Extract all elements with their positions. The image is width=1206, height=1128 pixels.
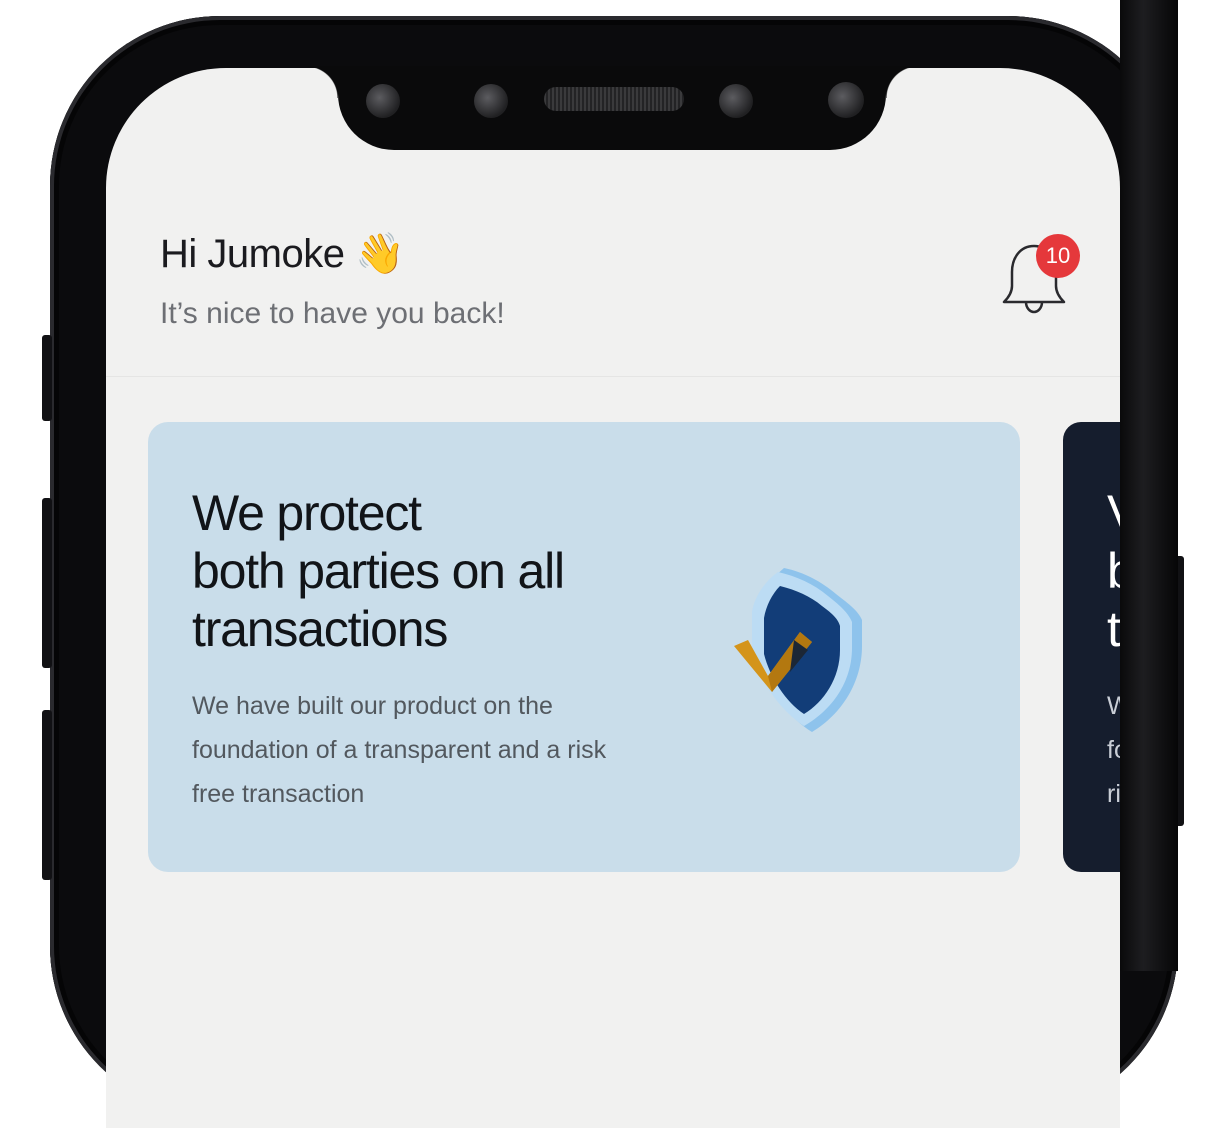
mute-switch	[42, 335, 52, 421]
volume-up-button	[42, 498, 52, 668]
promo-card-description: We have built our product on the foundat…	[192, 692, 607, 808]
promo-title-line-1: We protect	[192, 485, 422, 541]
front-camera	[719, 84, 753, 118]
promo-title-line-3: transactions	[192, 601, 448, 657]
greeting-heading: Hi Jumoke 👋	[160, 230, 405, 277]
sensor-right	[828, 82, 864, 118]
promo-card-title: We protect both parties on all transacti…	[192, 484, 632, 658]
phone-right-edge	[1120, 0, 1178, 971]
earpiece-speaker	[544, 87, 684, 111]
promo-card-protection[interactable]: We protect both parties on all transacti…	[148, 422, 1020, 872]
next-body-line-3: ri	[1107, 780, 1121, 808]
sensor-left	[366, 84, 400, 118]
wave-emoji: 👋	[355, 232, 405, 276]
greeting-subtitle: It’s nice to have you back!	[160, 297, 505, 330]
promo-title-line-2: both parties on all	[192, 543, 565, 599]
greeting-text: Hi Jumoke	[160, 232, 345, 276]
header-divider	[106, 376, 1120, 377]
shield-check-icon	[734, 568, 862, 732]
volume-down-button	[42, 710, 52, 880]
notification-count-badge: 10	[1036, 234, 1080, 278]
next-title-line-3: t	[1107, 601, 1121, 657]
sensor-proximity	[474, 84, 508, 118]
